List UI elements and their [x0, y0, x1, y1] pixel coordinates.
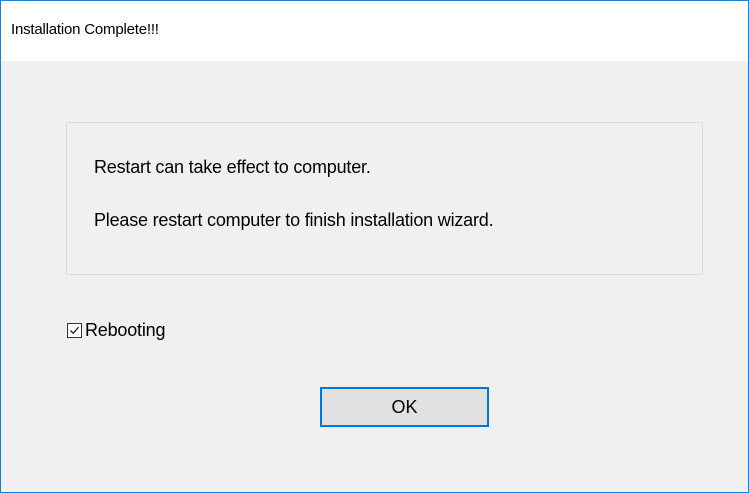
rebooting-label[interactable]: Rebooting: [85, 320, 165, 341]
window-title: Installation Complete!!!: [11, 21, 159, 38]
ok-button-label: OK: [391, 396, 418, 417]
checkmark-icon: [70, 326, 79, 334]
message-line-restart-instruction: Please restart computer to finish instal…: [94, 210, 494, 230]
title-bar[interactable]: Installation Complete!!!: [1, 1, 748, 61]
installation-dialog: Installation Complete!!! Restart can tak…: [0, 0, 749, 493]
rebooting-checkbox[interactable]: [67, 322, 82, 338]
ok-button[interactable]: OK: [320, 387, 489, 427]
rebooting-checkbox-row[interactable]: Rebooting: [67, 319, 165, 341]
message-line-restart-effect: Restart can take effect to computer.: [94, 157, 371, 177]
message-panel: Restart can take effect to computer. Ple…: [66, 122, 703, 275]
